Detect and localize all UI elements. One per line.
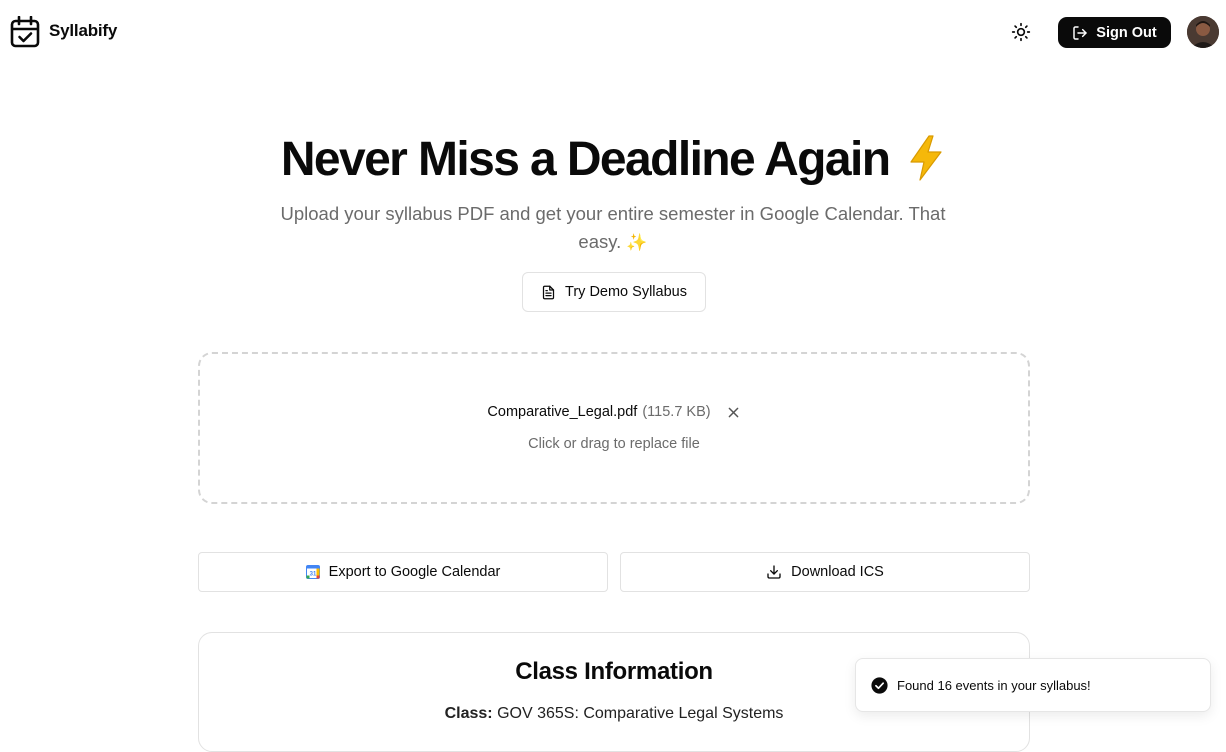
close-icon	[728, 407, 739, 417]
download-icon	[767, 565, 781, 579]
replace-file-hint: Click or drag to replace file	[528, 436, 700, 452]
hero-subtitle-text: Upload your syllabus PDF and get your en…	[280, 203, 946, 252]
avatar-image	[1187, 16, 1219, 48]
class-value: GOV 365S: Comparative Legal Systems	[497, 705, 784, 722]
sign-out-button[interactable]: Sign Out	[1058, 17, 1171, 48]
try-demo-button[interactable]: Try Demo Syllabus	[522, 272, 706, 312]
google-calendar-icon: 31	[305, 565, 320, 579]
class-label: Class:	[444, 705, 493, 722]
export-google-calendar-button[interactable]: 31 Export to Google Calendar	[198, 552, 608, 592]
file-name: Comparative_Legal.pdf	[487, 404, 638, 420]
export-label: Export to Google Calendar	[328, 564, 501, 580]
download-ics-button[interactable]: Download ICS	[620, 552, 1030, 592]
success-toast: Found 16 events in your syllabus!	[855, 658, 1211, 712]
theme-toggle-button[interactable]	[1008, 19, 1034, 45]
remove-file-button[interactable]	[727, 405, 741, 419]
hero-title-text: Never Miss a Deadline Again	[280, 133, 891, 186]
log-out-icon	[1073, 25, 1088, 40]
sign-out-label: Sign Out	[1096, 24, 1157, 41]
user-avatar[interactable]	[1187, 16, 1219, 48]
lightning-bolt-icon	[910, 135, 942, 181]
hero-title: Never Miss a Deadline Again	[0, 131, 1226, 189]
hero-subtitle: Upload your syllabus PDF and get your en…	[268, 200, 958, 257]
sun-icon	[1011, 22, 1031, 42]
calendar-check-icon[interactable]	[10, 16, 40, 48]
brand-name[interactable]: Syllabify	[49, 21, 117, 41]
check-circle-icon	[871, 676, 888, 694]
try-demo-label: Try Demo Syllabus	[565, 284, 687, 300]
toast-message: Found 16 events in your syllabus!	[897, 677, 1091, 693]
sparkles-emoji: ✨	[626, 233, 648, 252]
app-header: Syllabify Sign Out	[0, 0, 1226, 64]
file-dropzone[interactable]: Comparative_Legal.pdf (115.7 KB) Click o…	[198, 352, 1030, 504]
uploaded-file: Comparative_Legal.pdf (115.7 KB)	[200, 404, 1028, 420]
svg-text:31: 31	[309, 572, 316, 578]
download-ics-label: Download ICS	[791, 564, 884, 580]
file-size: (115.7 KB)	[642, 404, 711, 420]
file-text-icon	[542, 285, 555, 299]
